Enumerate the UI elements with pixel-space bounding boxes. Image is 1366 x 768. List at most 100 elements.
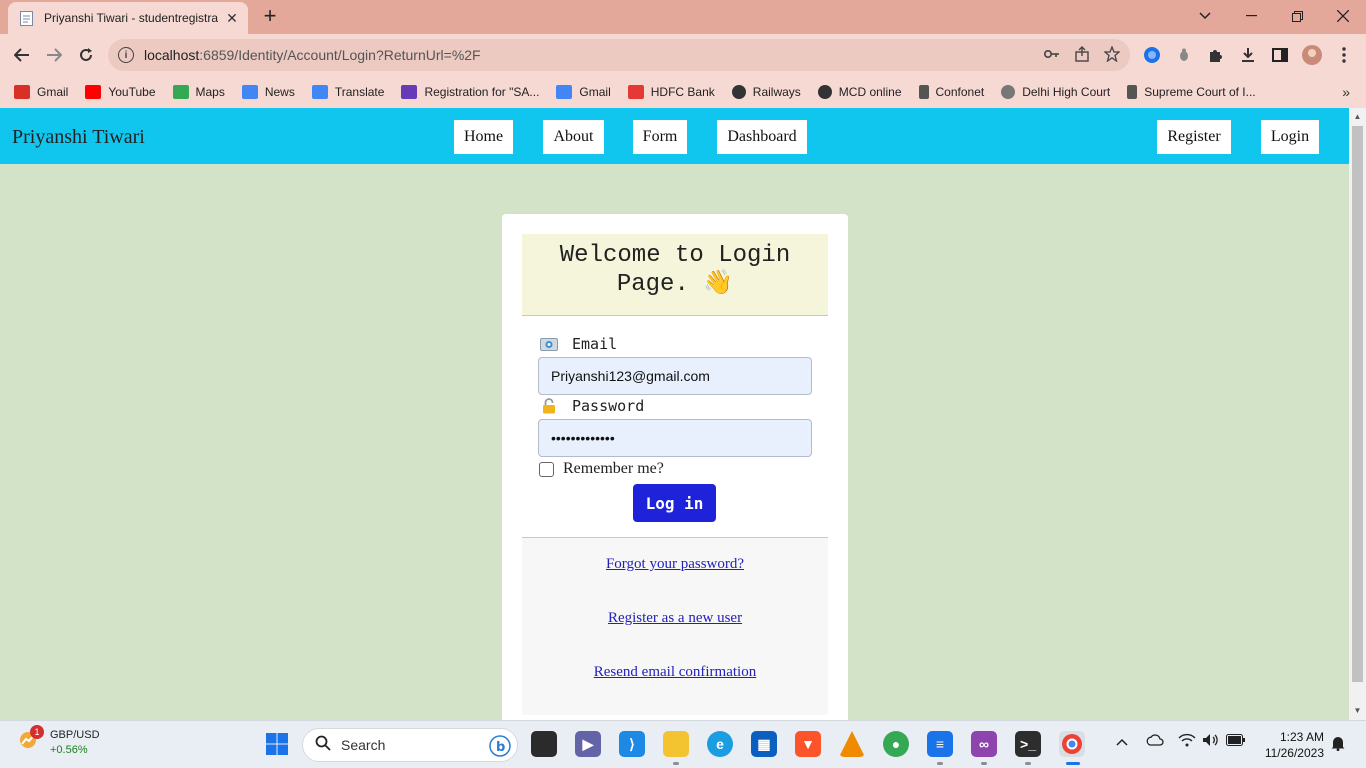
new-tab-button[interactable]: + bbox=[258, 5, 282, 27]
bookmark-label: Translate bbox=[334, 85, 385, 99]
taskbar-search[interactable]: Search b bbox=[302, 728, 518, 762]
tab-search-chevron-icon[interactable] bbox=[1182, 0, 1228, 32]
bookmark-label: Railways bbox=[752, 85, 801, 99]
minimize-button[interactable] bbox=[1228, 0, 1274, 32]
extensions-puzzle-icon[interactable] bbox=[1206, 45, 1226, 65]
site-info-icon[interactable]: i bbox=[118, 47, 134, 63]
forgot-password-link[interactable]: Forgot your password? bbox=[522, 556, 828, 573]
password-label: Password bbox=[572, 397, 645, 415]
restore-button[interactable] bbox=[1274, 0, 1320, 32]
bookmark-gmail[interactable]: Gmail bbox=[14, 85, 68, 99]
remember-me-label[interactable]: Remember me? bbox=[563, 460, 664, 478]
bookmark-hdfc[interactable]: HDFC Bank bbox=[627, 85, 715, 99]
page-scrollbar[interactable]: ▲ ▼ bbox=[1349, 108, 1366, 720]
reload-button[interactable] bbox=[74, 43, 98, 67]
bookmark-supreme-court[interactable]: Supreme Court of I... bbox=[1127, 85, 1256, 99]
tab-strip: Priyanshi Tiwari - studentregistra ✕ + bbox=[0, 0, 1366, 34]
bookmark-maps[interactable]: Maps bbox=[172, 85, 225, 99]
scroll-up-icon[interactable]: ▲ bbox=[1352, 112, 1363, 121]
show-hidden-icons-chevron[interactable] bbox=[1116, 733, 1128, 749]
menu-kebab-icon[interactable] bbox=[1334, 45, 1354, 65]
key-icon[interactable] bbox=[1043, 46, 1060, 66]
bookmark-confonet[interactable]: Confonet bbox=[918, 85, 984, 99]
edge-icon[interactable]: e bbox=[707, 731, 733, 757]
close-tab-icon[interactable]: ✕ bbox=[224, 10, 240, 27]
notepad-icon[interactable]: ≡ bbox=[927, 731, 953, 757]
maps-icon bbox=[172, 85, 189, 99]
bookmark-delhi-high-court[interactable]: Delhi High Court bbox=[1001, 85, 1110, 99]
chrome-icon[interactable]: ● bbox=[883, 731, 909, 757]
vscode-icon[interactable]: ⟩ bbox=[619, 731, 645, 757]
resend-confirmation-link[interactable]: Resend email confirmation bbox=[522, 664, 828, 681]
site-brand[interactable]: Priyanshi Tiwari bbox=[12, 126, 145, 149]
email-field[interactable]: Priyanshi123@gmail.com bbox=[538, 357, 812, 395]
share-icon[interactable] bbox=[1074, 46, 1090, 66]
address-bar[interactable]: i localhost:6859/Identity/Account/Login?… bbox=[108, 39, 1130, 71]
vlc-icon[interactable] bbox=[839, 731, 865, 757]
onedrive-icon[interactable] bbox=[1146, 733, 1164, 750]
password-field[interactable]: ••••••••••••• bbox=[538, 419, 812, 457]
clock-time: 1:23 AM bbox=[1279, 730, 1324, 744]
nav-form[interactable]: Form bbox=[633, 120, 687, 154]
file-explorer-icon[interactable] bbox=[663, 731, 689, 757]
visual-studio-icon[interactable]: ∞ bbox=[971, 731, 997, 757]
close-window-button[interactable] bbox=[1320, 0, 1366, 32]
downloads-icon[interactable] bbox=[1238, 45, 1258, 65]
browser-tab[interactable]: Priyanshi Tiwari - studentregistra ✕ bbox=[8, 2, 248, 34]
windows-start-icon[interactable] bbox=[264, 731, 290, 757]
system-clock[interactable]: 1:23 AM 11/26/2023 bbox=[1256, 729, 1324, 761]
profile-avatar[interactable] bbox=[1302, 45, 1322, 65]
side-panel-icon[interactable] bbox=[1270, 45, 1290, 65]
bookmark-label: Supreme Court of I... bbox=[1144, 85, 1256, 99]
bookmark-label: MCD online bbox=[838, 85, 902, 99]
bing-icon[interactable]: b bbox=[489, 735, 511, 760]
bookmark-gmail-2[interactable]: Gmail bbox=[556, 85, 611, 99]
teams-icon[interactable]: ▶ bbox=[575, 731, 601, 757]
globe-icon bbox=[817, 85, 832, 99]
search-placeholder: Search bbox=[341, 737, 386, 753]
welcome-heading-line2: Page. 👋 bbox=[616, 271, 734, 298]
notification-bell-icon[interactable] bbox=[1331, 735, 1345, 754]
login-button[interactable]: Log in bbox=[633, 484, 716, 522]
extension-icon[interactable] bbox=[1142, 45, 1162, 65]
gmail-icon bbox=[14, 85, 30, 99]
stock-widget-icon: 1 bbox=[18, 725, 44, 750]
nav-dashboard[interactable]: Dashboard bbox=[717, 120, 807, 154]
search-icon bbox=[315, 735, 331, 756]
url-text: localhost:6859/Identity/Account/Login?Re… bbox=[144, 47, 481, 63]
back-button[interactable] bbox=[10, 43, 34, 67]
bookmark-registration[interactable]: Registration for "SA... bbox=[401, 85, 539, 99]
emblem-icon bbox=[1001, 85, 1016, 99]
wifi-icon[interactable] bbox=[1178, 733, 1196, 750]
browser-toolbar: i localhost:6859/Identity/Account/Login?… bbox=[0, 34, 1366, 76]
bookmark-translate[interactable]: Translate bbox=[311, 85, 385, 99]
scroll-down-icon[interactable]: ▼ bbox=[1352, 706, 1363, 715]
remember-me-checkbox[interactable] bbox=[539, 461, 554, 477]
bug-extension-icon[interactable] bbox=[1174, 45, 1194, 65]
scrollbar-thumb[interactable] bbox=[1352, 126, 1363, 682]
bookmark-news[interactable]: News bbox=[241, 85, 295, 99]
stock-widget[interactable]: 1 GBP/USD +0.56% bbox=[18, 725, 100, 758]
task-view-icon[interactable] bbox=[531, 731, 557, 757]
microsoft-store-icon[interactable]: ▦ bbox=[751, 731, 777, 757]
chrome-profile-icon[interactable] bbox=[1059, 731, 1085, 757]
nav-about[interactable]: About bbox=[543, 120, 604, 154]
email-label: Email bbox=[572, 335, 618, 353]
volume-icon[interactable] bbox=[1202, 733, 1220, 750]
nav-register[interactable]: Register bbox=[1157, 120, 1231, 154]
terminal-icon[interactable]: >_ bbox=[1015, 731, 1041, 757]
forward-button[interactable] bbox=[42, 43, 66, 67]
bookmark-label: Delhi High Court bbox=[1022, 85, 1111, 99]
bookmark-mcd[interactable]: MCD online bbox=[817, 85, 902, 99]
login-card-footer: Forgot your password? Register as a new … bbox=[522, 537, 828, 715]
register-new-user-link[interactable]: Register as a new user bbox=[522, 610, 828, 627]
battery-icon[interactable] bbox=[1226, 733, 1246, 749]
google-icon bbox=[556, 85, 573, 99]
bookmark-star-icon[interactable] bbox=[1103, 45, 1121, 66]
more-bookmarks-icon[interactable]: » bbox=[1342, 84, 1350, 100]
nav-login[interactable]: Login bbox=[1261, 120, 1319, 154]
bookmark-youtube[interactable]: YouTube bbox=[85, 85, 156, 99]
brave-icon[interactable]: ▼ bbox=[795, 731, 821, 757]
bookmark-railways[interactable]: Railways bbox=[731, 85, 801, 99]
nav-home[interactable]: Home bbox=[454, 120, 513, 154]
